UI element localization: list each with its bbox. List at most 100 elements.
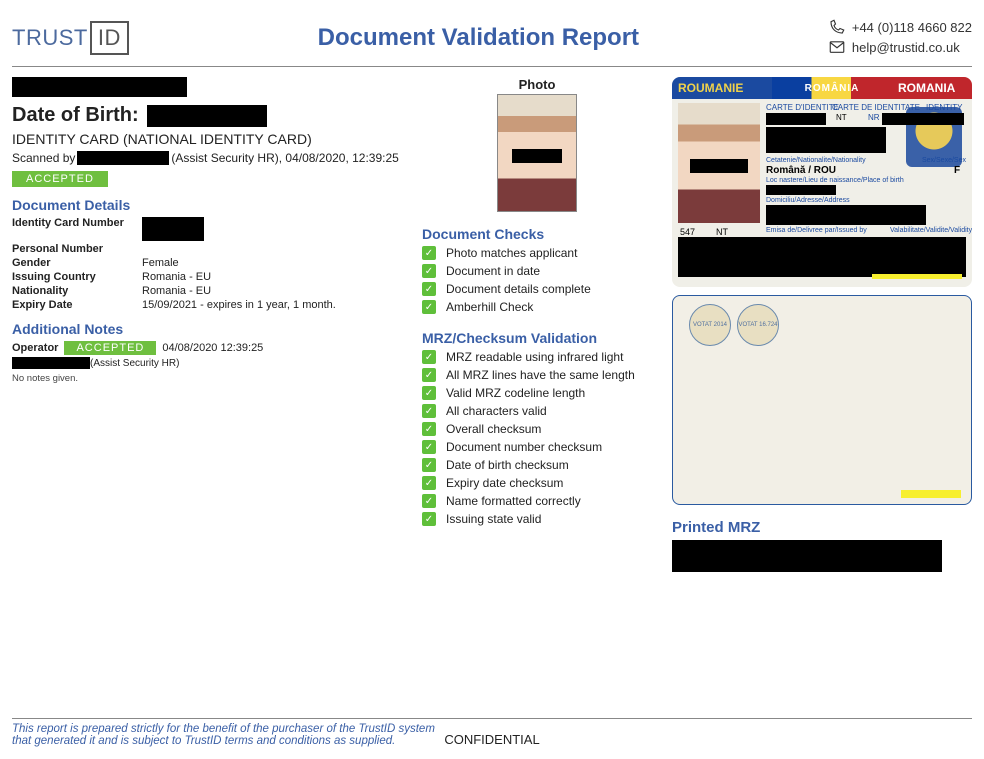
detail-label: Personal Number [12, 243, 142, 255]
redacted-field [882, 113, 964, 125]
scanned-prefix: Scanned by [12, 151, 75, 165]
notes-by: (Assist Security HR) [90, 358, 179, 369]
idcard-validity-label: Valabilitate/Validite/Validity [890, 227, 972, 235]
check-pass-icon: ✓ [422, 476, 436, 490]
report-footer: This report is prepared strictly for the… [12, 718, 972, 747]
redacted-field [766, 127, 886, 153]
redacted-dob [147, 105, 267, 127]
check-row: ✓ Document details complete [422, 282, 652, 296]
check-label: All characters valid [446, 404, 547, 418]
check-pass-icon: ✓ [422, 422, 436, 436]
check-row: ✓ Amberhill Check [422, 300, 652, 314]
redacted-field [766, 185, 836, 195]
idcard-nr: NR [868, 113, 880, 123]
mrz-heading: MRZ/Checksum Validation [422, 330, 652, 346]
scanned-line: Scanned by (Assist Security HR), 04/08/2… [12, 151, 402, 165]
check-label: Valid MRZ codeline length [446, 386, 585, 400]
check-pass-icon: ✓ [422, 494, 436, 508]
contact-phone: +44 (0)118 4660 822 [852, 20, 972, 35]
detail-value: Female [142, 257, 179, 269]
check-label: MRZ readable using infrared light [446, 350, 623, 364]
check-row: ✓ All MRZ lines have the same length [422, 368, 652, 382]
id-card-front: ROUMANIE ROMÂNIA ROMANIA CARTE D'IDENTIT… [672, 77, 972, 287]
detail-label: Gender [12, 257, 142, 269]
footer-divider [12, 718, 972, 719]
check-row: ✓ Issuing state valid [422, 512, 652, 526]
check-label: Overall checksum [446, 422, 541, 436]
check-row: ✓ All characters valid [422, 404, 652, 418]
dob-label: Date of Birth: [12, 104, 139, 127]
check-label: Issuing state valid [446, 512, 541, 526]
brand-part1: TRUST [12, 25, 88, 51]
detail-label: Nationality [12, 285, 142, 297]
notes-line: Operator ACCEPTED 04/08/2020 12:39:25 [12, 341, 402, 355]
check-row: ✓ Valid MRZ codeline length [422, 386, 652, 400]
check-row: ✓ Name formatted correctly [422, 494, 652, 508]
check-pass-icon: ✓ [422, 246, 436, 260]
notes-heading: Additional Notes [12, 321, 402, 337]
check-row: ✓Document number checksum [422, 440, 652, 454]
left-column: Date of Birth: IDENTITY CARD (NATIONAL I… [12, 77, 402, 572]
brand-logo: TRUST ID [12, 21, 129, 55]
redacted-field [766, 205, 926, 225]
idcard-nt: NT [836, 113, 847, 123]
redacted-scanner [77, 151, 169, 165]
redacted-name [12, 77, 187, 97]
detail-value: Romania - EU [142, 285, 211, 297]
redacted-idnum [142, 217, 204, 241]
status-badge: ACCEPTED [12, 171, 108, 187]
detail-value: 15/09/2021 - expires in 1 year, 1 month. [142, 299, 336, 311]
highlight-strip [901, 490, 961, 498]
notes-status-badge: ACCEPTED [64, 341, 156, 355]
check-label: All MRZ lines have the same length [446, 368, 635, 382]
idcard-nat-value: Română / ROU [766, 165, 836, 177]
idcard-country-en: ROMANIA [892, 77, 972, 99]
check-pass-icon: ✓ [422, 350, 436, 364]
check-row: ✓ Photo matches applicant [422, 246, 652, 260]
printed-mrz-heading: Printed MRZ [672, 519, 972, 536]
check-label: Document number checksum [446, 440, 602, 454]
detail-value: Romania - EU [142, 271, 211, 283]
contact-email: help@trustid.co.uk [852, 40, 960, 55]
detail-label: Identity Card Number [12, 217, 142, 241]
stamp-1: VOTAT 2014 [689, 304, 731, 346]
id-card-back: VOTAT 2014 VOTAT 16.724 [672, 295, 972, 505]
check-pass-icon: ✓ [422, 300, 436, 314]
right-column: ROUMANIE ROMÂNIA ROMANIA CARTE D'IDENTIT… [672, 77, 972, 572]
idcard-sex-value: F [954, 165, 960, 177]
applicant-photo [497, 94, 577, 212]
check-pass-icon: ✓ [422, 404, 436, 418]
check-label: Document details complete [446, 282, 591, 296]
check-pass-icon: ✓ [422, 386, 436, 400]
check-row: ✓ Overall checksum [422, 422, 652, 436]
dob-line: Date of Birth: [12, 104, 402, 127]
checks-heading: Document Checks [422, 226, 652, 242]
check-pass-icon: ✓ [422, 512, 436, 526]
check-label: Amberhill Check [446, 300, 533, 314]
check-label: Name formatted correctly [446, 494, 581, 508]
details-heading: Document Details [12, 197, 402, 213]
idcard-carte: CARTE D'IDENTITE [766, 103, 839, 113]
check-label: Document in date [446, 264, 540, 278]
photo-label: Photo [422, 77, 652, 92]
check-label: Photo matches applicant [446, 246, 577, 260]
header-divider [12, 66, 972, 67]
detail-label: Expiry Date [12, 299, 142, 311]
brand-part2: ID [90, 21, 129, 55]
check-row: ✓ MRZ readable using infrared light [422, 350, 652, 364]
check-pass-icon: ✓ [422, 368, 436, 382]
mrz-list: ✓ MRZ readable using infrared light ✓ All M… [422, 350, 652, 526]
mail-icon [828, 38, 846, 56]
redacted-printed-mrz [672, 540, 942, 572]
check-pass-icon: ✓ [422, 282, 436, 296]
checks-list: ✓ Photo matches applicant ✓ Document in dat… [422, 246, 652, 314]
report-header: TRUST ID Document Validation Report +44 … [12, 10, 972, 64]
check-pass-icon: ✓ [422, 264, 436, 278]
idcard-carte2: CARTE DE IDENTITATE [832, 103, 920, 113]
details-table: Identity Card Number Personal Number Gen… [12, 217, 402, 311]
operator-label: Operator [12, 342, 58, 354]
idcard-country-ro: ROMÂNIA [772, 77, 892, 99]
check-label: Date of birth checksum [446, 458, 569, 472]
detail-label: Issuing Country [12, 271, 142, 283]
check-label: Expiry date checksum [446, 476, 563, 490]
